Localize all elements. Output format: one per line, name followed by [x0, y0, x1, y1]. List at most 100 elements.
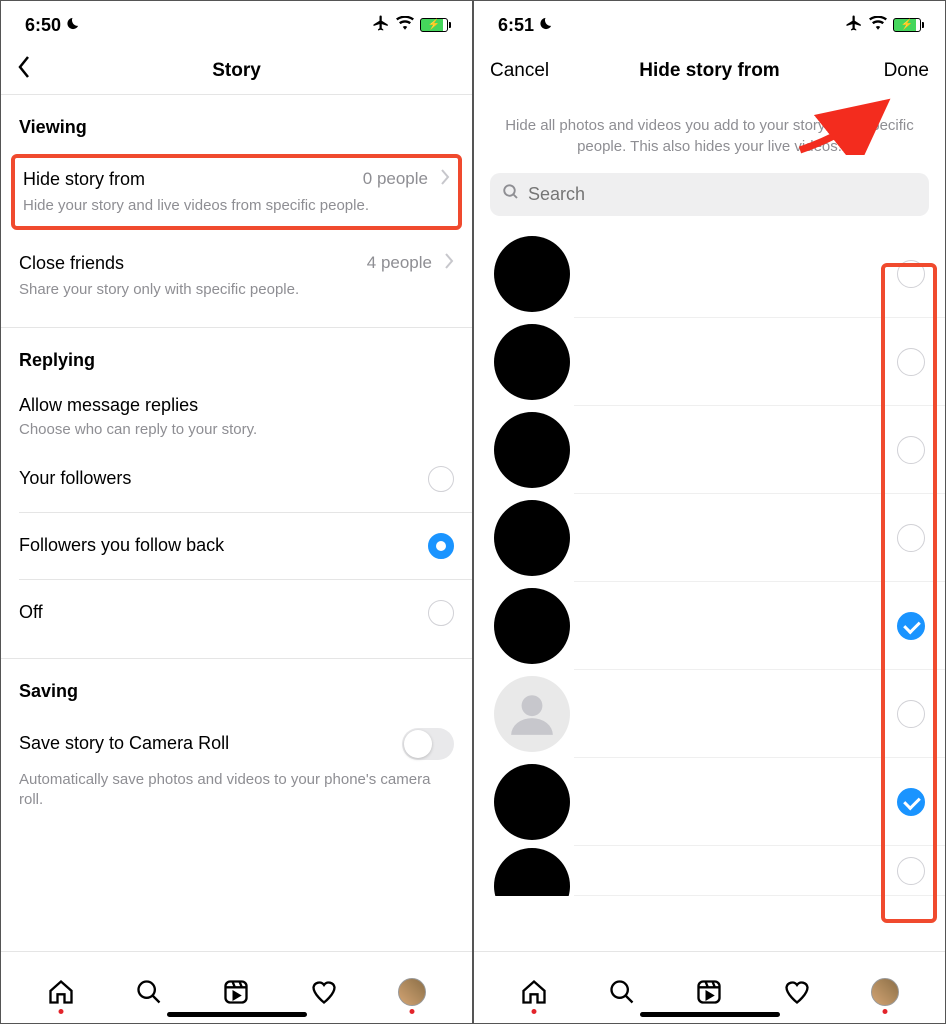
allow-replies-title: Allow message replies	[19, 395, 454, 416]
home-tab[interactable]	[520, 978, 548, 1006]
profile-avatar-icon	[871, 978, 899, 1006]
hide-story-title: Hide story from	[23, 169, 145, 190]
profile-tab[interactable]	[398, 978, 426, 1006]
nav-header: Story	[1, 47, 472, 95]
user-list[interactable]	[474, 230, 945, 951]
checkbox-unchecked[interactable]	[897, 260, 925, 288]
radio-circle[interactable]	[428, 600, 454, 626]
tab-bar	[1, 951, 472, 1023]
close-friends-value: 4 people	[367, 253, 432, 273]
close-friends-title: Close friends	[19, 253, 124, 274]
chevron-right-icon	[444, 250, 454, 276]
reels-tab[interactable]	[695, 978, 723, 1006]
home-tab[interactable]	[47, 978, 75, 1006]
home-indicator[interactable]	[167, 1012, 307, 1017]
saving-header: Saving	[1, 659, 472, 712]
radio-circle-selected[interactable]	[428, 533, 454, 559]
hide-story-subtitle: Hide your story and live videos from spe…	[23, 196, 450, 216]
dnd-moon-icon	[65, 16, 80, 35]
notification-dot	[883, 1009, 888, 1014]
status-time: 6:51	[498, 15, 534, 36]
close-friends-subtitle: Share your story only with specific peop…	[19, 280, 454, 300]
notification-dot	[58, 1009, 63, 1014]
hide-story-from-screen: 6:51 ⚡ Cancel Hide story from Done Hide …	[473, 0, 946, 1024]
search-tab[interactable]	[135, 978, 163, 1006]
user-row[interactable]	[474, 846, 945, 896]
avatar	[494, 500, 570, 576]
status-bar: 6:50 ⚡	[1, 1, 472, 47]
checkbox-unchecked[interactable]	[897, 436, 925, 464]
radio-your-followers[interactable]: Your followers	[1, 446, 472, 512]
hide-story-value: 0 people	[363, 169, 428, 189]
replying-header: Replying	[1, 328, 472, 381]
airplane-icon	[845, 14, 863, 37]
nav-title: Hide story from	[639, 60, 779, 82]
radio-follow-back[interactable]: Followers you follow back	[1, 513, 472, 579]
status-bar: 6:51 ⚡	[474, 1, 945, 47]
wifi-icon	[869, 16, 887, 35]
notification-dot	[531, 1009, 536, 1014]
description-text: Hide all photos and videos you add to yo…	[474, 95, 945, 173]
search-icon	[502, 183, 520, 206]
dnd-moon-icon	[538, 16, 553, 35]
radio-off[interactable]: Off	[1, 580, 472, 646]
avatar	[494, 236, 570, 312]
activity-tab[interactable]	[310, 978, 338, 1006]
save-camera-roll-row: Save story to Camera Roll	[1, 712, 472, 766]
user-row[interactable]	[474, 582, 945, 670]
story-settings-screen: 6:50 ⚡ Story Viewing Hide story fr	[0, 0, 473, 1024]
airplane-icon	[372, 14, 390, 37]
done-button[interactable]: Done	[859, 60, 929, 82]
battery-icon: ⚡	[420, 18, 448, 32]
checkbox-unchecked[interactable]	[897, 348, 925, 376]
avatar	[494, 764, 570, 840]
notification-dot	[410, 1009, 415, 1014]
allow-replies-row: Allow message replies Choose who can rep…	[1, 381, 472, 446]
avatar	[494, 848, 570, 896]
wifi-icon	[396, 16, 414, 35]
user-row[interactable]	[474, 670, 945, 758]
avatar	[494, 412, 570, 488]
user-row[interactable]	[474, 230, 945, 318]
settings-content: Viewing Hide story from 0 people Hide yo…	[1, 95, 472, 951]
search-box[interactable]	[490, 173, 929, 216]
profile-tab[interactable]	[871, 978, 899, 1006]
battery-icon: ⚡	[893, 18, 921, 32]
tab-bar	[474, 951, 945, 1023]
nav-header: Cancel Hide story from Done	[474, 47, 945, 95]
reels-tab[interactable]	[222, 978, 250, 1006]
home-indicator[interactable]	[640, 1012, 780, 1017]
radio-label: Off	[19, 602, 43, 623]
chevron-right-icon	[440, 166, 450, 192]
checkbox-checked[interactable]	[897, 612, 925, 640]
user-row[interactable]	[474, 494, 945, 582]
cancel-button[interactable]: Cancel	[490, 60, 560, 82]
search-input[interactable]	[528, 184, 917, 205]
activity-tab[interactable]	[783, 978, 811, 1006]
toggle-switch[interactable]	[402, 728, 454, 760]
user-row[interactable]	[474, 406, 945, 494]
hide-story-row[interactable]: Hide story from 0 people Hide your story…	[23, 166, 450, 216]
back-button[interactable]	[17, 55, 87, 86]
avatar	[494, 324, 570, 400]
checkbox-unchecked[interactable]	[897, 700, 925, 728]
search-tab[interactable]	[608, 978, 636, 1006]
save-camera-roll-title: Save story to Camera Roll	[19, 733, 229, 754]
nav-title: Story	[212, 60, 261, 82]
radio-label: Followers you follow back	[19, 535, 224, 556]
allow-replies-subtitle: Choose who can reply to your story.	[19, 420, 454, 440]
profile-avatar-icon	[398, 978, 426, 1006]
checkbox-unchecked[interactable]	[897, 857, 925, 885]
user-row[interactable]	[474, 318, 945, 406]
checkbox-checked[interactable]	[897, 788, 925, 816]
checkbox-unchecked[interactable]	[897, 524, 925, 552]
radio-circle[interactable]	[428, 466, 454, 492]
radio-label: Your followers	[19, 468, 131, 489]
save-camera-roll-subtitle: Automatically save photos and videos to …	[1, 770, 472, 827]
user-row[interactable]	[474, 758, 945, 846]
avatar	[494, 588, 570, 664]
close-friends-row[interactable]: Close friends 4 people Share your story …	[1, 236, 472, 314]
status-time: 6:50	[25, 15, 61, 36]
viewing-header: Viewing	[1, 95, 472, 148]
highlight-hide-story: Hide story from 0 people Hide your story…	[11, 154, 462, 230]
